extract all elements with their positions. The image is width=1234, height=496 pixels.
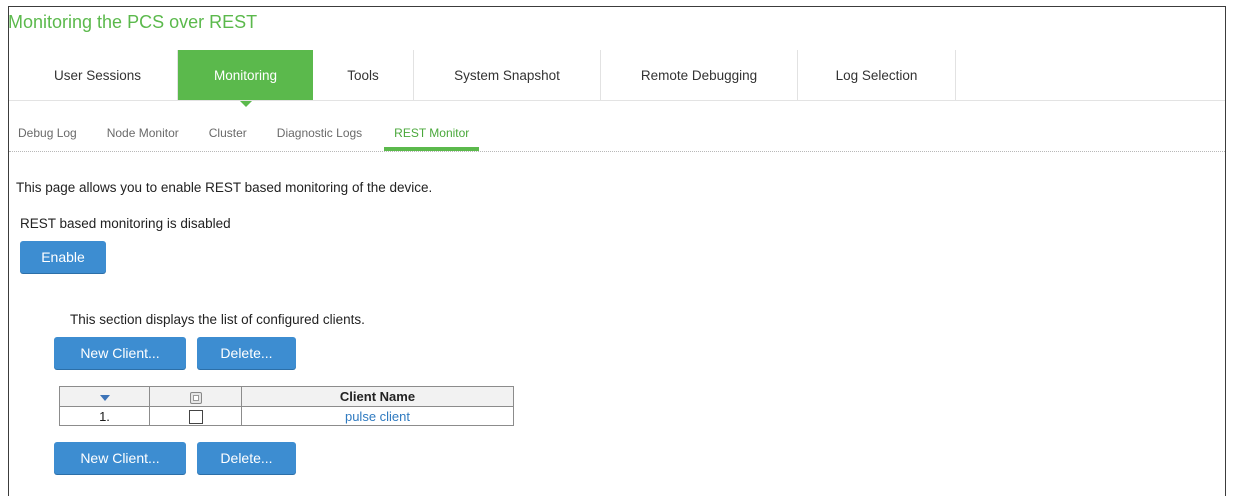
client-name-header: Client Name xyxy=(241,386,514,407)
new-client-button-top[interactable]: New Client... xyxy=(54,337,186,369)
row-index: 1. xyxy=(59,406,150,426)
subtab-debug-log[interactable]: Debug Log xyxy=(18,120,85,148)
subtab-rest-monitor[interactable]: REST Monitor xyxy=(384,120,480,151)
tab-tools[interactable]: Tools xyxy=(313,50,414,100)
delete-button-bottom[interactable]: Delete... xyxy=(197,442,296,474)
page-title: Monitoring the PCS over REST xyxy=(8,12,258,32)
enable-button[interactable]: Enable xyxy=(20,241,106,273)
sort-column-header[interactable] xyxy=(59,386,150,407)
sub-tabbar: Debug Log Node Monitor Cluster Diagnosti… xyxy=(18,120,493,151)
clients-table: Client Name 1. pulse client xyxy=(59,386,514,426)
row-checkbox[interactable] xyxy=(188,409,203,424)
select-all-checkbox-icon[interactable] xyxy=(189,391,202,404)
subtab-cluster[interactable]: Cluster xyxy=(201,120,255,148)
subtab-divider xyxy=(9,151,1225,152)
subtab-node-monitor[interactable]: Node Monitor xyxy=(99,120,187,148)
client-name-link[interactable]: pulse client xyxy=(345,409,410,424)
intro-text: This page allows you to enable REST base… xyxy=(16,180,433,195)
select-all-header[interactable] xyxy=(149,386,242,407)
table-header-row: Client Name xyxy=(59,386,514,407)
status-text: REST based monitoring is disabled xyxy=(20,216,231,231)
row-select-cell xyxy=(149,406,242,426)
section-description: This section displays the list of config… xyxy=(70,312,365,327)
sort-down-icon[interactable] xyxy=(99,394,110,401)
tab-remote-debugging[interactable]: Remote Debugging xyxy=(601,50,798,100)
table-row: 1. pulse client xyxy=(59,406,514,426)
tab-user-sessions[interactable]: User Sessions xyxy=(18,50,178,100)
tab-monitoring[interactable]: Monitoring xyxy=(178,50,313,107)
tab-system-snapshot[interactable]: System Snapshot xyxy=(414,50,601,100)
main-tabbar: User Sessions Monitoring Tools System Sn… xyxy=(18,50,956,107)
subtab-diagnostic-logs[interactable]: Diagnostic Logs xyxy=(269,120,370,148)
delete-button-top[interactable]: Delete... xyxy=(197,337,296,369)
tabbar-divider xyxy=(9,100,1225,101)
tab-log-selection[interactable]: Log Selection xyxy=(798,50,956,100)
client-name-cell: pulse client xyxy=(241,406,514,426)
new-client-button-bottom[interactable]: New Client... xyxy=(54,442,186,474)
